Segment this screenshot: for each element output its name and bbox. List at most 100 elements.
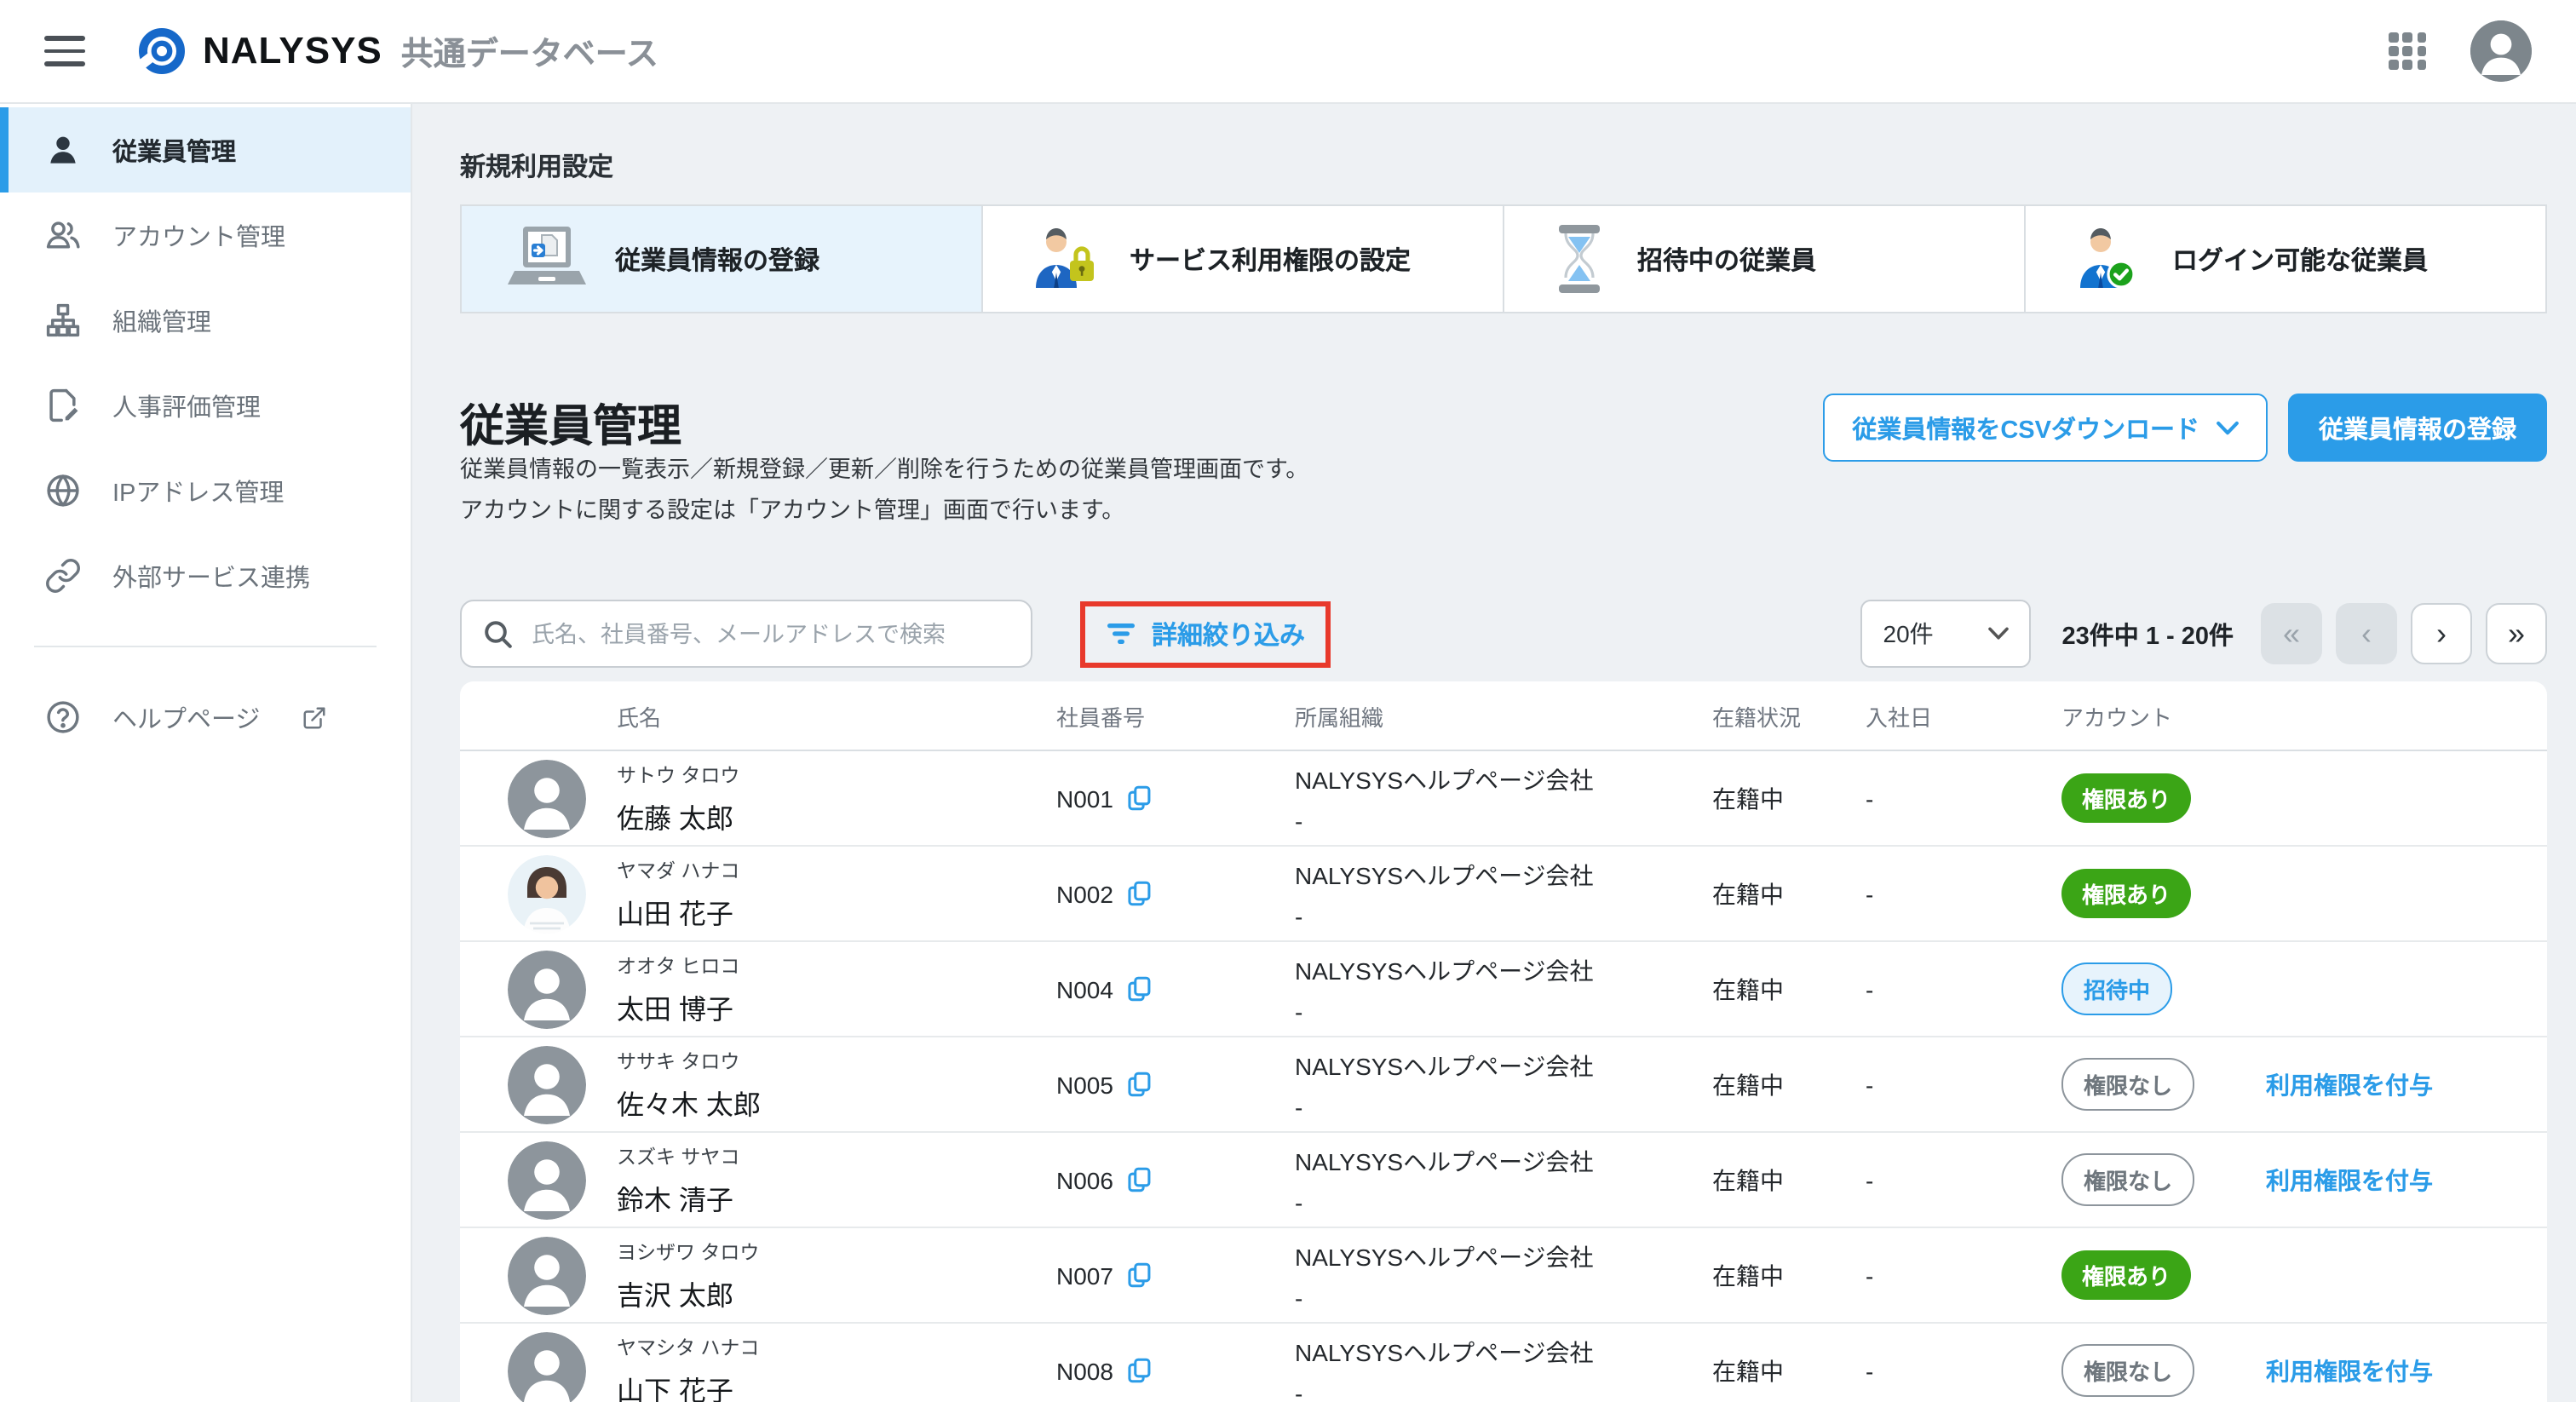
organization-sub: - [1295, 902, 1712, 929]
table-row[interactable]: ヤマダ ハナコ 山田 花子 N002 NALYSYSヘルプページ会社 - 在籍中… [460, 847, 2547, 942]
employee-table: 氏名 社員番号 所属組織 在籍状況 入社日 アカウント [460, 681, 2547, 1402]
person-lock-icon [1027, 225, 1102, 293]
organization-sub: - [1295, 1093, 1712, 1120]
copy-icon[interactable] [1125, 879, 1154, 908]
table-row[interactable]: ヨシザワ タロウ 吉沢 太郎 N007 NALYSYSヘルプページ会社 - 在籍… [460, 1228, 2547, 1324]
search-input[interactable] [528, 619, 1010, 648]
organization-sub: - [1295, 997, 1712, 1025]
person-icon [44, 131, 82, 169]
sidebar-item-label: IPアドレス管理 [112, 473, 284, 509]
employee-name: 佐藤 太郎 [617, 795, 1056, 836]
copy-icon[interactable] [1125, 1261, 1154, 1290]
csv-download-label: 従業員情報をCSVダウンロード [1852, 410, 2199, 445]
apps-grid-icon[interactable] [2389, 32, 2426, 69]
employee-kana: ヤマシタ ハナコ [617, 1333, 1056, 1360]
organization: NALYSYSヘルプページ会社 [1295, 1144, 1712, 1178]
avatar [508, 854, 586, 933]
person-icon [508, 950, 586, 1028]
top-bar: NALYSYS 共通データベース [0, 0, 2576, 104]
grant-permission-link[interactable]: 利用権限を付与 [2266, 1071, 2433, 1098]
card-employee-registration[interactable]: 従業員情報の登録 [462, 206, 981, 312]
hourglass-icon [1549, 225, 1610, 293]
enrollment-status: 在籍中 [1712, 876, 1866, 911]
table-row[interactable]: サトウ タロウ 佐藤 太郎 N001 NALYSYSヘルプページ会社 - 在籍中… [460, 751, 2547, 847]
person-icon [2470, 20, 2532, 82]
menu-icon[interactable] [44, 36, 85, 66]
column-organization: 所属組織 [1295, 699, 1712, 732]
first-page-button[interactable]: « [2261, 603, 2322, 664]
employee-kana: オオタ ヒロコ [617, 951, 1056, 979]
sidebar-item-ip-address[interactable]: IPアドレス管理 [0, 448, 411, 533]
card-invited-employees[interactable]: 招待中の従業員 [1503, 206, 2024, 312]
page-description: 従業員情報の一覧表示／新規登録／更新／削除を行うための従業員管理画面です。 アカ… [460, 450, 1308, 531]
sidebar-item-label: 従業員管理 [112, 132, 236, 168]
grant-permission-link[interactable]: 利用権限を付与 [2266, 1166, 2433, 1193]
pagination-range: 23件中 1 - 20件 [2062, 616, 2234, 652]
copy-icon[interactable] [1125, 1356, 1154, 1385]
sidebar: 従業員管理 アカウント管理 組織管理 [0, 104, 412, 1402]
sidebar-item-external-services[interactable]: 外部サービス連携 [0, 533, 411, 618]
copy-icon[interactable] [1125, 784, 1154, 813]
table-row[interactable]: スズキ サヤコ 鈴木 清子 N006 NALYSYSヘルプページ会社 - 在籍中… [460, 1133, 2547, 1228]
table-body: サトウ タロウ 佐藤 太郎 N001 NALYSYSヘルプページ会社 - 在籍中… [460, 751, 2547, 1402]
chevron-down-icon [2217, 420, 2239, 435]
sidebar-item-help[interactable]: ヘルプページ [0, 675, 411, 760]
sidebar-divider [34, 646, 377, 647]
table-row[interactable]: ササキ タロウ 佐々木 太郎 N005 NALYSYSヘルプページ会社 - 在籍… [460, 1037, 2547, 1133]
sidebar-item-label: ヘルプページ [112, 699, 260, 735]
chevron-down-icon [1989, 627, 2010, 641]
sidebar-item-hr-evaluation[interactable]: 人事評価管理 [0, 363, 411, 448]
column-name: 氏名 [617, 699, 1056, 732]
enrollment-status: 在籍中 [1712, 1258, 1866, 1292]
search-box [460, 600, 1032, 668]
sidebar-item-organization-management[interactable]: 組織管理 [0, 278, 411, 363]
sidebar-item-employee-management[interactable]: 従業員管理 [0, 107, 411, 192]
account-badge: 権限なし [2061, 1058, 2194, 1111]
table-row[interactable]: オオタ ヒロコ 太田 博子 N004 NALYSYSヘルプページ会社 - 在籍中… [460, 942, 2547, 1037]
user-avatar[interactable] [2470, 20, 2532, 82]
employee-number: N007 [1056, 1261, 1113, 1289]
card-login-enabled-employees[interactable]: ログイン可能な従業員 [2024, 206, 2545, 312]
page-description-line1: 従業員情報の一覧表示／新規登録／更新／削除を行うための従業員管理画面です。 [460, 450, 1308, 490]
copy-icon[interactable] [1125, 974, 1154, 1003]
csv-download-button[interactable]: 従業員情報をCSVダウンロード [1823, 394, 2268, 462]
sidebar-item-account-management[interactable]: アカウント管理 [0, 192, 411, 278]
org-chart-icon [44, 302, 82, 339]
organization-sub: - [1295, 1379, 1712, 1402]
enrollment-status: 在籍中 [1712, 1353, 1866, 1388]
table-row[interactable]: ヤマシタ ハナコ 山下 花子 N008 NALYSYSヘルプページ会社 - 在籍… [460, 1324, 2547, 1402]
link-icon [44, 557, 82, 595]
card-service-permission[interactable]: サービス利用権限の設定 [981, 206, 1503, 312]
account-badge: 招待中 [2061, 962, 2172, 1015]
last-page-button[interactable]: » [2486, 603, 2547, 664]
next-page-button[interactable]: › [2411, 603, 2472, 664]
sidebar-item-label: 人事評価管理 [112, 388, 261, 423]
employee-kana: サトウ タロウ [617, 761, 1056, 788]
page-description-line2: アカウントに関する設定は「アカウント管理」画面で行います。 [460, 490, 1308, 530]
copy-icon[interactable] [1125, 1070, 1154, 1099]
sidebar-item-label: アカウント管理 [112, 217, 285, 253]
page-size-select[interactable]: 20件 [1861, 600, 2032, 668]
advanced-filter-button[interactable]: 詳細絞り込み [1106, 616, 1305, 652]
person-icon [508, 1141, 586, 1219]
register-employee-button[interactable]: 従業員情報の登録 [2288, 394, 2547, 462]
organization: NALYSYSヘルプページ会社 [1295, 762, 1712, 796]
enrollment-status: 在籍中 [1712, 1163, 1866, 1197]
sidebar-item-label: 外部サービス連携 [112, 558, 310, 594]
avatar [508, 1045, 586, 1123]
enrollment-status: 在籍中 [1712, 781, 1866, 815]
page-title: 従業員管理 [460, 393, 681, 456]
hire-date: - [1866, 1071, 2061, 1098]
grant-permission-link[interactable]: 利用権限を付与 [2266, 1357, 2433, 1384]
employee-name: 佐々木 太郎 [617, 1081, 1056, 1122]
brand-suffix: 共通データベース [401, 28, 658, 74]
list-toolbar: 詳細絞り込み 20件 23件中 1 - 20件 « ‹ › » [460, 596, 2547, 671]
hire-date: - [1866, 880, 2061, 907]
person-icon [508, 759, 586, 837]
page-size-value: 20件 [1883, 617, 1934, 651]
avatar [508, 1331, 586, 1402]
employee-number: N001 [1056, 784, 1113, 812]
account-badge: 権限なし [2061, 1153, 2194, 1206]
copy-icon[interactable] [1125, 1165, 1154, 1194]
prev-page-button[interactable]: ‹ [2336, 603, 2397, 664]
